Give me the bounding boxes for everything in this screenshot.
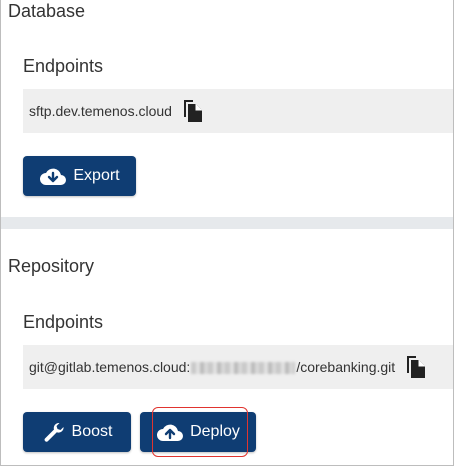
repository-endpoints-label: Endpoints (23, 312, 104, 332)
database-endpoint-value: sftp.dev.temenos.cloud (29, 103, 172, 119)
wrench-icon (42, 421, 66, 443)
repository-title: Repository (8, 256, 95, 276)
export-button[interactable]: Export (23, 156, 136, 196)
boost-label: Boost (71, 423, 113, 440)
export-label: Export (73, 167, 120, 184)
cloud-upload-icon (156, 422, 184, 442)
redacted-path (191, 362, 296, 375)
repository-endpoint-suffix: /corebanking.git (296, 359, 396, 375)
database-section: Database Endpoints sftp.dev.temenos.clou… (1, 0, 453, 217)
deploy-label: Deploy (190, 423, 240, 440)
repository-endpoint-value: git@gitlab.temenos.cloud: /corebanking.gi… (29, 359, 395, 375)
deploy-button[interactable]: Deploy (140, 412, 256, 452)
repository-endpoint-prefix: git@gitlab.temenos.cloud: (29, 359, 191, 375)
section-divider (1, 217, 453, 229)
database-endpoints-label: Endpoints (23, 56, 104, 76)
database-title: Database (8, 1, 86, 21)
cloud-download-icon (39, 166, 67, 186)
repository-section: Repository Endpoints git@gitlab.temenos.… (1, 229, 453, 465)
boost-button[interactable]: Boost (23, 412, 131, 452)
database-endpoint-box: sftp.dev.temenos.cloud (23, 89, 453, 133)
copy-icon[interactable] (182, 98, 204, 124)
copy-icon[interactable] (405, 354, 427, 380)
repository-endpoint-box: git@gitlab.temenos.cloud: /corebanking.gi… (23, 345, 453, 389)
